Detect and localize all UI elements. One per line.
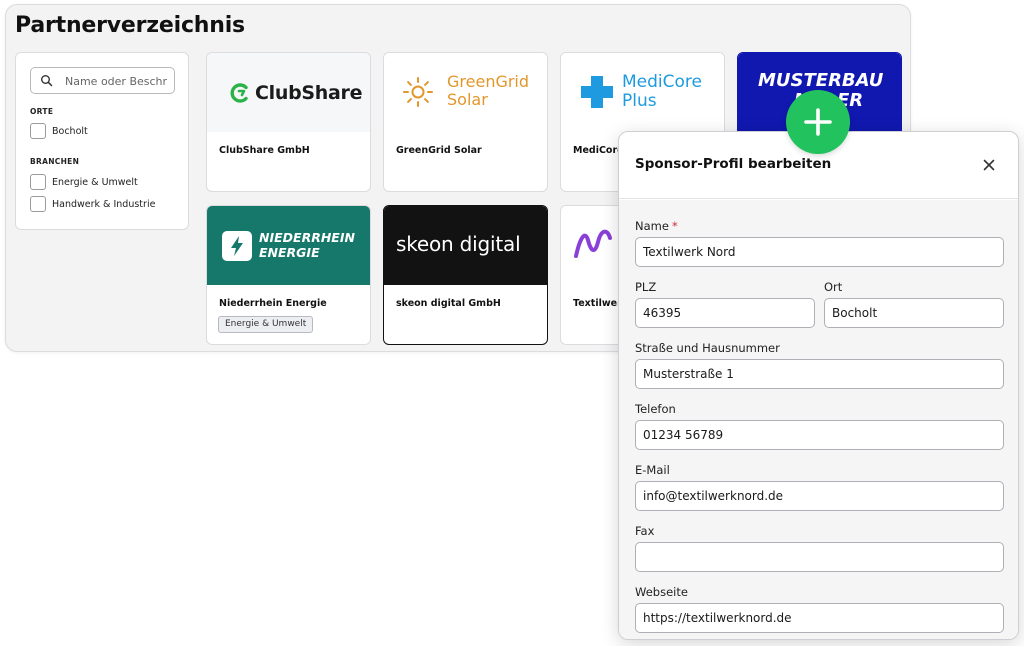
card-logo-text: skeon digital [396, 232, 521, 256]
email-label: E-Mail [635, 463, 670, 477]
card-logo-text: Plus [622, 91, 657, 111]
fax-label: Fax [635, 524, 655, 538]
required-marker: * [671, 219, 678, 233]
card-partner-name: Niederrhein Energie [219, 298, 327, 309]
filter-heading-orte: ORTE [30, 107, 54, 116]
close-button[interactable] [981, 157, 997, 173]
ort-label: Ort [824, 280, 843, 294]
filter-sidebar: ORTE Bocholt BRANCHEN Energie & Umwelt H… [15, 52, 189, 230]
filter-option-handwerk-industrie[interactable]: Handwerk & Industrie [30, 196, 155, 212]
plus-icon [804, 108, 832, 136]
close-icon [983, 159, 995, 171]
card-logo-banner: NIEDERRHEIN ENERGIE [207, 206, 370, 285]
fax-field[interactable] [635, 542, 1004, 572]
partner-card-niederrhein-energie[interactable]: NIEDERRHEIN ENERGIE Niederrhein Energie … [206, 205, 371, 345]
search-icon [41, 75, 53, 87]
clubshare-c-icon [230, 83, 248, 103]
card-logo-text: ENERGIE [259, 245, 320, 260]
filter-option-label: Handwerk & Industrie [52, 198, 156, 210]
website-field[interactable] [635, 603, 1004, 633]
checkbox[interactable] [30, 123, 46, 139]
phone-field[interactable] [635, 420, 1004, 450]
card-logo-banner: GreenGrid Solar [384, 53, 547, 132]
card-logo-text: MediCore [622, 72, 702, 92]
card-partner-name: MediCore [573, 145, 624, 156]
filter-option-label: Bocholt [52, 125, 88, 137]
dialog-form: Name* PLZ Ort Straße und Hausnummer Tele… [619, 200, 1018, 639]
street-field[interactable] [635, 359, 1004, 389]
name-field[interactable] [635, 237, 1004, 267]
card-industry-tag: Energie & Umwelt [218, 316, 314, 333]
email-field[interactable] [635, 481, 1004, 511]
card-partner-name: ClubShare GmbH [219, 145, 310, 156]
card-logo-text: MUSTERBAU [758, 70, 884, 91]
search-input[interactable] [65, 72, 171, 90]
dialog-title: Sponsor-Profil bearbeiten [635, 156, 832, 172]
card-logo-text: Solar [447, 90, 488, 109]
checkbox[interactable] [30, 174, 46, 190]
card-partner-name: skeon digital GmbH [396, 298, 501, 309]
webseite-label: Webseite [635, 585, 688, 599]
filter-option-bocholt[interactable]: Bocholt [30, 123, 88, 139]
partner-card-clubshare[interactable]: ClubShare ClubShare GmbH [206, 52, 371, 192]
plz-label: PLZ [635, 280, 657, 294]
filter-option-label: Energie & Umwelt [52, 176, 138, 188]
lightning-icon [222, 231, 252, 261]
ort-field[interactable] [824, 298, 1004, 328]
card-logo-text: GreenGrid [447, 72, 530, 91]
card-logo-banner: ClubShare [207, 53, 370, 132]
add-sponsor-button[interactable] [786, 90, 850, 154]
card-partner-name: GreenGrid Solar [396, 145, 482, 156]
card-logo-text: NIEDERRHEIN [259, 230, 355, 245]
medical-cross-icon [581, 76, 613, 108]
partner-card-skeon-digital[interactable]: skeon digital skeon digital GmbH [383, 205, 548, 345]
name-label: Name * [635, 219, 678, 233]
card-logo-banner: MediCore Plus [561, 53, 724, 132]
strasse-label: Straße und Hausnummer [635, 341, 780, 355]
telefon-label: Telefon [635, 402, 676, 416]
edit-sponsor-profile-dialog: Sponsor-Profil bearbeiten Name* PLZ Ort … [618, 131, 1019, 640]
card-logo-banner: skeon digital [384, 206, 547, 285]
checkbox[interactable] [30, 196, 46, 212]
wave-icon [574, 229, 612, 258]
card-logo-text: ClubShare [255, 82, 363, 104]
partner-card-greengrid-solar[interactable]: GreenGrid Solar GreenGrid Solar [383, 52, 548, 192]
page-title: Partnerverzeichnis [15, 13, 245, 38]
filter-heading-branchen: BRANCHEN [30, 157, 80, 166]
plz-field[interactable] [635, 298, 815, 328]
sun-icon [403, 77, 433, 107]
filter-option-energie-umwelt[interactable]: Energie & Umwelt [30, 174, 138, 190]
card-partner-name: Textilwer [573, 298, 622, 309]
name-label-text: Name [635, 219, 669, 233]
search-box[interactable] [30, 67, 175, 94]
